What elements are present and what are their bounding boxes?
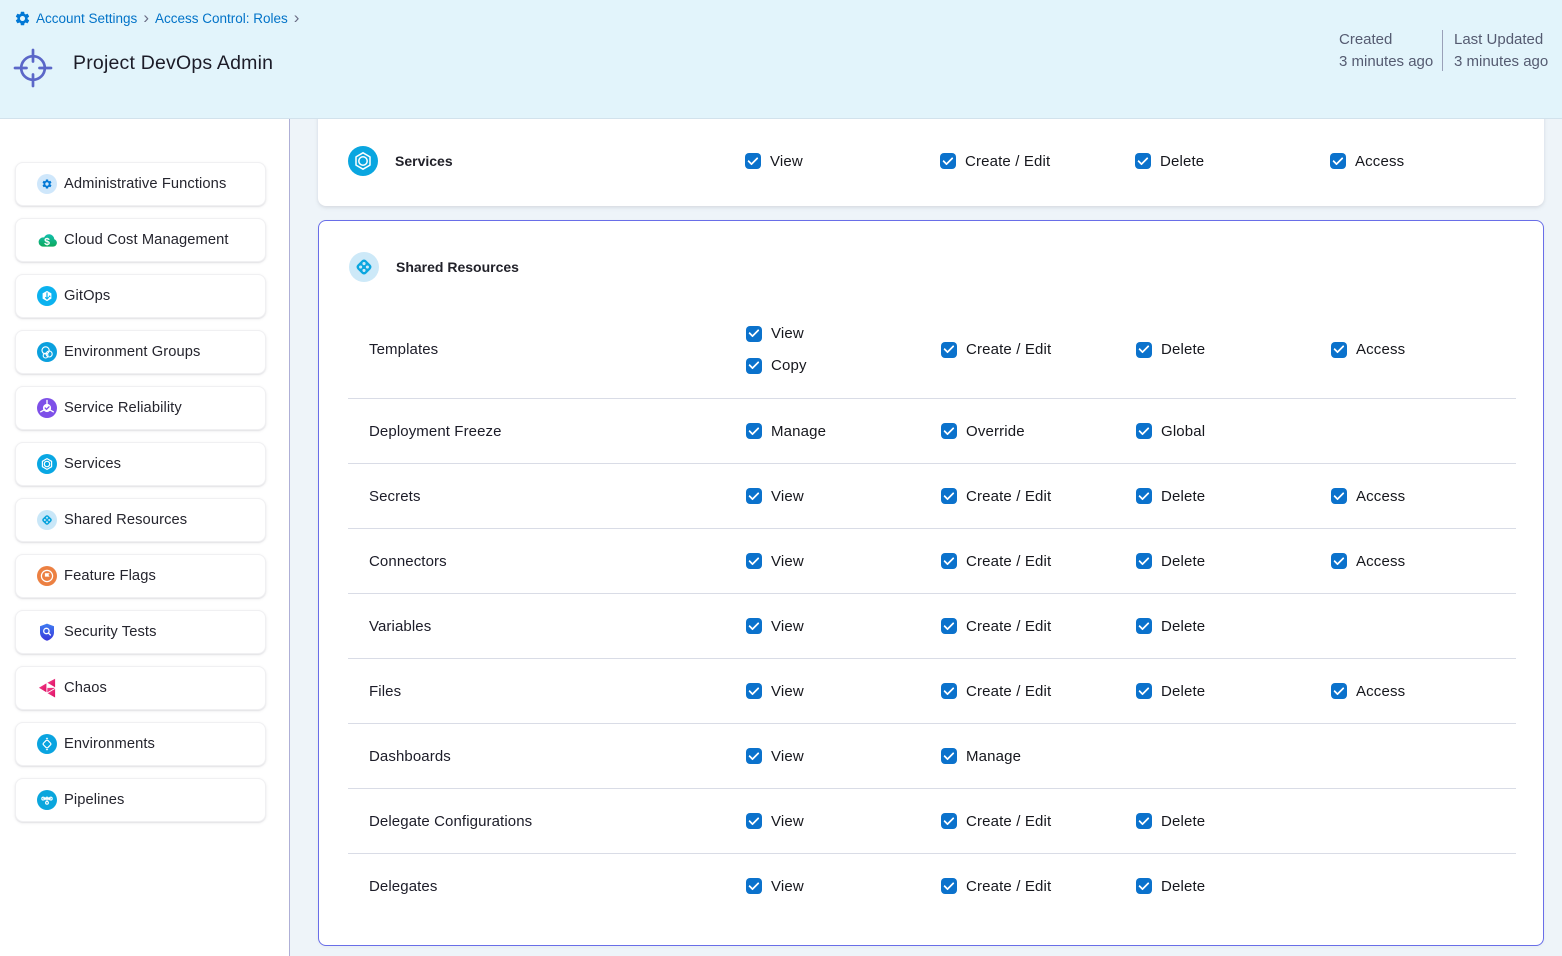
svg-text:$: $ — [44, 236, 50, 248]
